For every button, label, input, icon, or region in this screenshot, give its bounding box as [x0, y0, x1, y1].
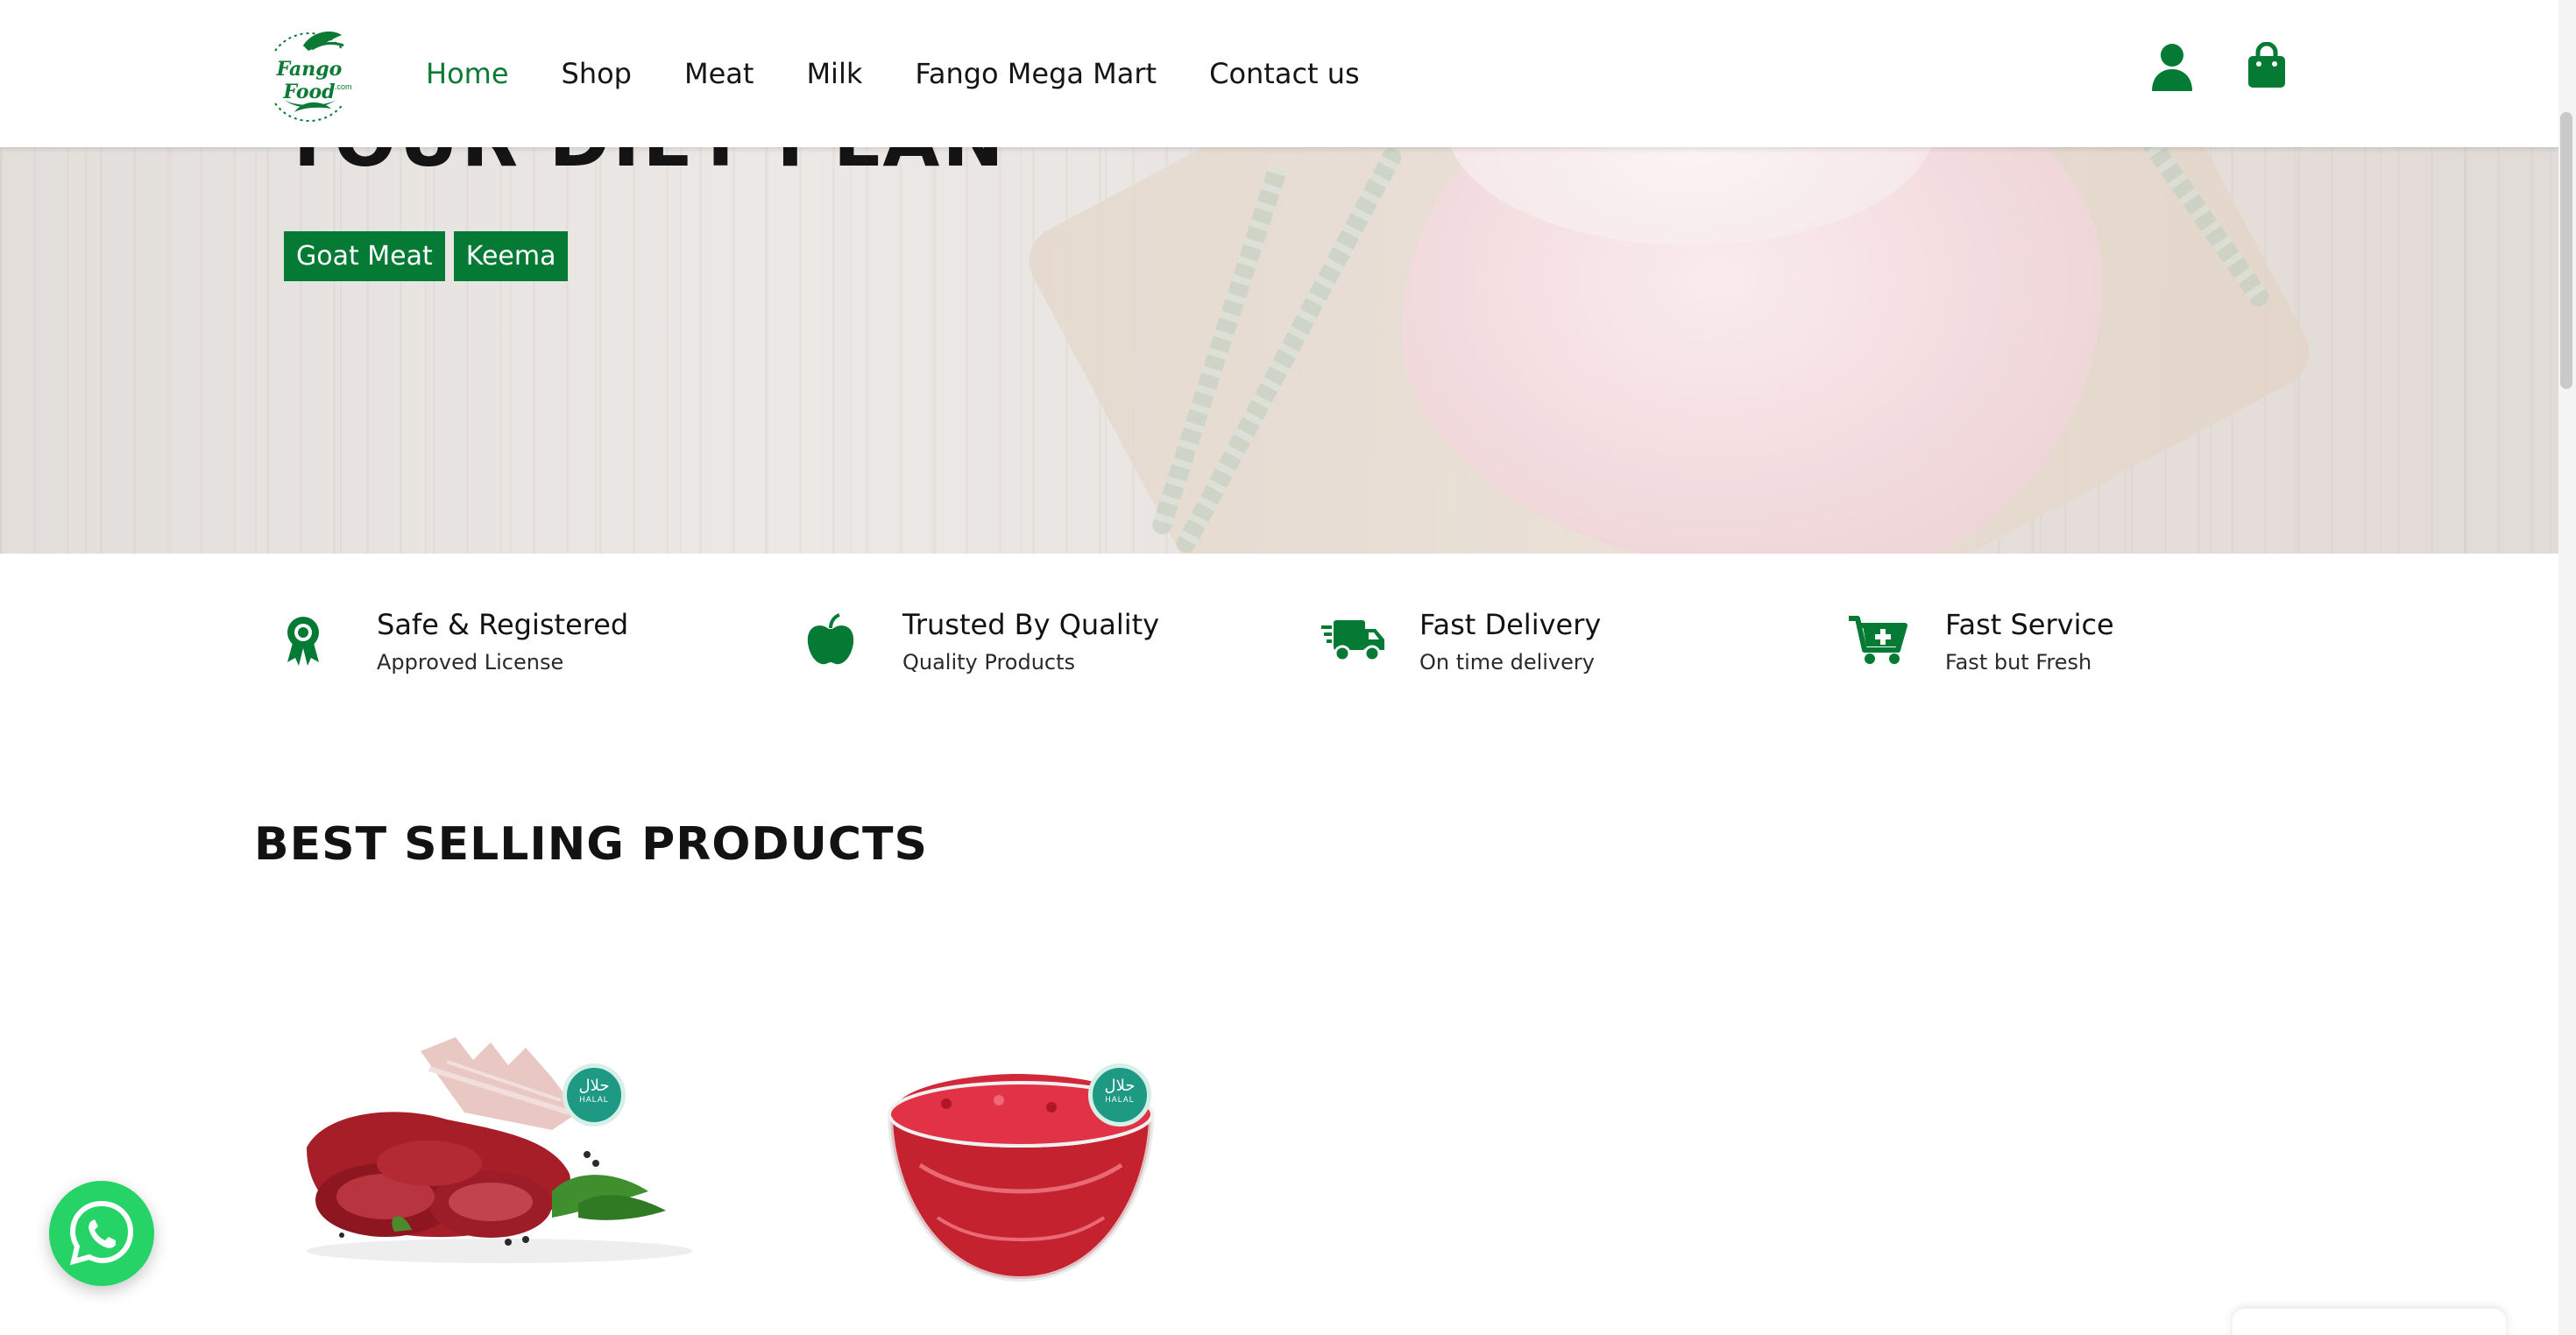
logo-text: Fango Food: [276, 58, 343, 103]
hero-tags: Goat Meat Keema: [284, 231, 569, 281]
brand-logo[interactable]: Fango Food .com: [251, 16, 368, 133]
user-icon[interactable]: [2150, 42, 2194, 93]
nav-contact-us[interactable]: Contact us: [1209, 54, 1360, 93]
award-ribbon-icon: [279, 613, 333, 668]
chat-widget-tab[interactable]: [2233, 1309, 2506, 1335]
halal-badge: حلال HALAL: [563, 1063, 626, 1127]
halal-badge-arabic: حلال: [1104, 1077, 1136, 1094]
feature-trusted-quality: Trusted By Quality Quality Products: [804, 604, 1295, 692]
product-card-goat-meat[interactable]: حلال HALAL: [289, 1016, 745, 1335]
nav-fango-mega-mart[interactable]: Fango Mega Mart: [915, 54, 1157, 93]
cart-plus-icon: [1847, 613, 1908, 668]
delivery-truck-icon: [1321, 613, 1386, 668]
main-nav: Home Shop Meat Milk Fango Mega Mart Cont…: [426, 54, 1412, 93]
site-header: Fango Food .com Home Shop Meat Milk Fang…: [0, 0, 2558, 147]
tag-goat-meat[interactable]: Goat Meat: [284, 231, 445, 281]
nav-milk[interactable]: Milk: [806, 54, 862, 93]
nav-home[interactable]: Home: [426, 54, 509, 93]
feature-subtitle: Quality Products: [902, 650, 1076, 675]
nav-meat[interactable]: Meat: [684, 54, 754, 93]
halal-badge-label: HALAL: [579, 1095, 609, 1104]
whatsapp-button[interactable]: [49, 1181, 154, 1286]
product-card-keema[interactable]: حلال HALAL: [867, 1016, 1323, 1335]
tag-keema[interactable]: Keema: [453, 231, 569, 281]
feature-title: Safe & Registered: [377, 608, 629, 641]
halal-badge-arabic: حلال: [578, 1077, 610, 1094]
feature-subtitle: Approved License: [377, 650, 564, 675]
apple-icon: [804, 613, 859, 668]
page-scrollbar-thumb[interactable]: [2560, 112, 2572, 389]
feature-fast-service: Fast Service Fast but Fresh: [1847, 604, 2338, 692]
halal-badge: حلال HALAL: [1088, 1063, 1151, 1127]
keema-bowl-image: [888, 1074, 1154, 1282]
shopping-bag-icon[interactable]: [2247, 41, 2290, 93]
best-selling-title: BEST SELLING PRODUCTS: [254, 818, 928, 871]
feature-title: Fast Service: [1945, 608, 2114, 641]
feature-subtitle: Fast but Fresh: [1945, 650, 2092, 675]
whatsapp-icon: [69, 1200, 134, 1266]
logo-domain: .com: [335, 82, 352, 91]
feature-subtitle: On time delivery: [1419, 650, 1595, 675]
goat-meat-image: [307, 1037, 692, 1263]
halal-badge-label: HALAL: [1105, 1095, 1135, 1104]
feature-title: Trusted By Quality: [902, 608, 1160, 641]
nav-shop[interactable]: Shop: [562, 54, 632, 93]
feature-title: Fast Delivery: [1419, 608, 1602, 641]
feature-safe-registered: Safe & Registered Approved License: [279, 604, 769, 692]
feature-fast-delivery: Fast Delivery On time delivery: [1321, 604, 1812, 692]
